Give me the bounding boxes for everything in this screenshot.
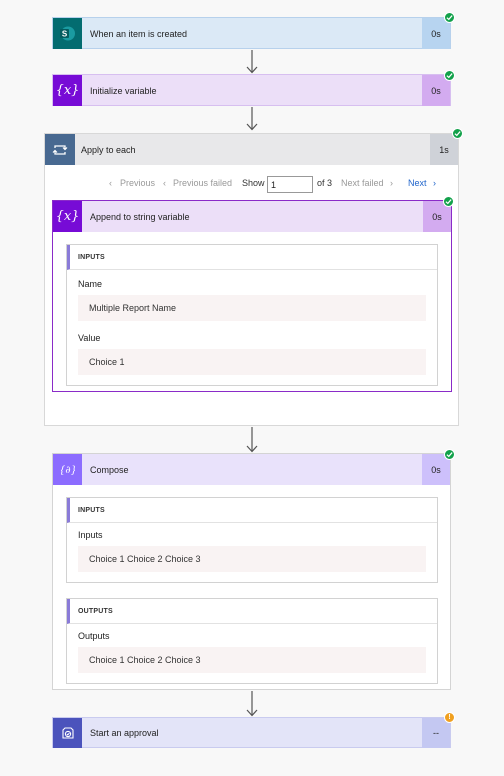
inputs-value: Choice 1 Choice 2 Choice 3 xyxy=(78,546,426,572)
section-title: INPUTS xyxy=(67,498,437,523)
next-button[interactable]: Next xyxy=(408,178,427,188)
iteration-number-input[interactable]: 1 xyxy=(267,176,313,193)
step-header[interactable]: S When an item is created 0s xyxy=(53,18,450,49)
success-check-icon xyxy=(443,196,454,207)
step-initialize-variable[interactable]: {x} Initialize variable 0s xyxy=(52,74,451,106)
section-title: INPUTS xyxy=(67,245,437,270)
step-append-to-string-variable[interactable]: {x} Append to string variable 0s INPUTS … xyxy=(52,200,452,392)
step-header[interactable]: Start an approval -- xyxy=(53,718,450,748)
step-title: Start an approval xyxy=(90,728,159,738)
step-when-item-created[interactable]: S When an item is created 0s xyxy=(52,17,451,49)
previous-failed-button[interactable]: Previous failed xyxy=(173,178,232,188)
iteration-pager: ‹ Previous ‹ Previous failed Show 1 of 3… xyxy=(45,174,458,194)
svg-text:{∂}: {∂} xyxy=(61,465,75,476)
variable-icon: {x} xyxy=(53,201,82,232)
step-header[interactable]: Apply to each 1s xyxy=(45,134,458,165)
chevron-left-icon: ‹ xyxy=(109,178,112,188)
sharepoint-icon: S xyxy=(53,18,82,49)
loop-icon xyxy=(45,134,75,165)
step-duration: -- xyxy=(422,718,450,748)
step-title: Append to string variable xyxy=(90,211,190,222)
inputs-section: INPUTS Inputs Choice 1 Choice 2 Choice 3 xyxy=(66,497,438,583)
compose-icon: {∂} xyxy=(53,454,82,485)
success-check-icon xyxy=(444,449,455,460)
svg-text:S: S xyxy=(62,30,68,39)
flow-arrow-icon xyxy=(246,691,258,717)
previous-button[interactable]: Previous xyxy=(120,178,155,188)
step-header[interactable]: {x} Append to string variable 0s xyxy=(53,201,451,232)
success-check-icon xyxy=(452,128,463,139)
step-title: Initialize variable xyxy=(90,85,157,96)
outputs-section: OUTPUTS Outputs Choice 1 Choice 2 Choice… xyxy=(66,598,438,684)
step-title: When an item is created xyxy=(90,28,188,39)
approval-icon xyxy=(53,718,82,748)
inputs-label: Inputs xyxy=(78,530,103,540)
next-failed-button[interactable]: Next failed xyxy=(341,178,384,188)
flow-arrow-icon xyxy=(246,107,258,131)
chevron-right-icon: › xyxy=(433,178,436,188)
success-check-icon xyxy=(444,12,455,23)
section-title: OUTPUTS xyxy=(67,599,437,624)
step-start-approval[interactable]: Start an approval -- xyxy=(52,717,451,748)
step-apply-to-each[interactable]: Apply to each 1s ‹ Previous ‹ Previous f… xyxy=(44,133,459,426)
step-title: Apply to each xyxy=(81,144,136,155)
of-total-label: of 3 xyxy=(317,178,333,188)
step-header[interactable]: {∂} Compose 0s xyxy=(53,454,450,485)
chevron-left-icon: ‹ xyxy=(163,178,166,188)
warning-icon: ! xyxy=(444,712,455,723)
outputs-value: Choice 1 Choice 2 Choice 3 xyxy=(78,647,426,673)
step-compose[interactable]: {∂} Compose 0s INPUTS Inputs Choice 1 Ch… xyxy=(52,453,451,690)
success-check-icon xyxy=(444,70,455,81)
outputs-label: Outputs xyxy=(78,631,110,641)
show-label: Show xyxy=(242,178,265,188)
value-label: Value xyxy=(78,333,101,343)
step-header[interactable]: {x} Initialize variable 0s xyxy=(53,75,450,106)
name-value: Multiple Report Name xyxy=(78,295,426,321)
step-title: Compose xyxy=(90,464,129,475)
variable-icon: {x} xyxy=(53,75,82,106)
flow-arrow-icon xyxy=(246,50,258,74)
flow-arrow-icon xyxy=(246,427,258,453)
chevron-right-icon: › xyxy=(390,178,393,188)
step-duration: 0s xyxy=(422,18,450,49)
value-value: Choice 1 xyxy=(78,349,426,375)
name-label: Name xyxy=(78,279,103,289)
inputs-section: INPUTS Name Multiple Report Name Value C… xyxy=(66,244,438,386)
step-duration: 1s xyxy=(430,134,458,165)
